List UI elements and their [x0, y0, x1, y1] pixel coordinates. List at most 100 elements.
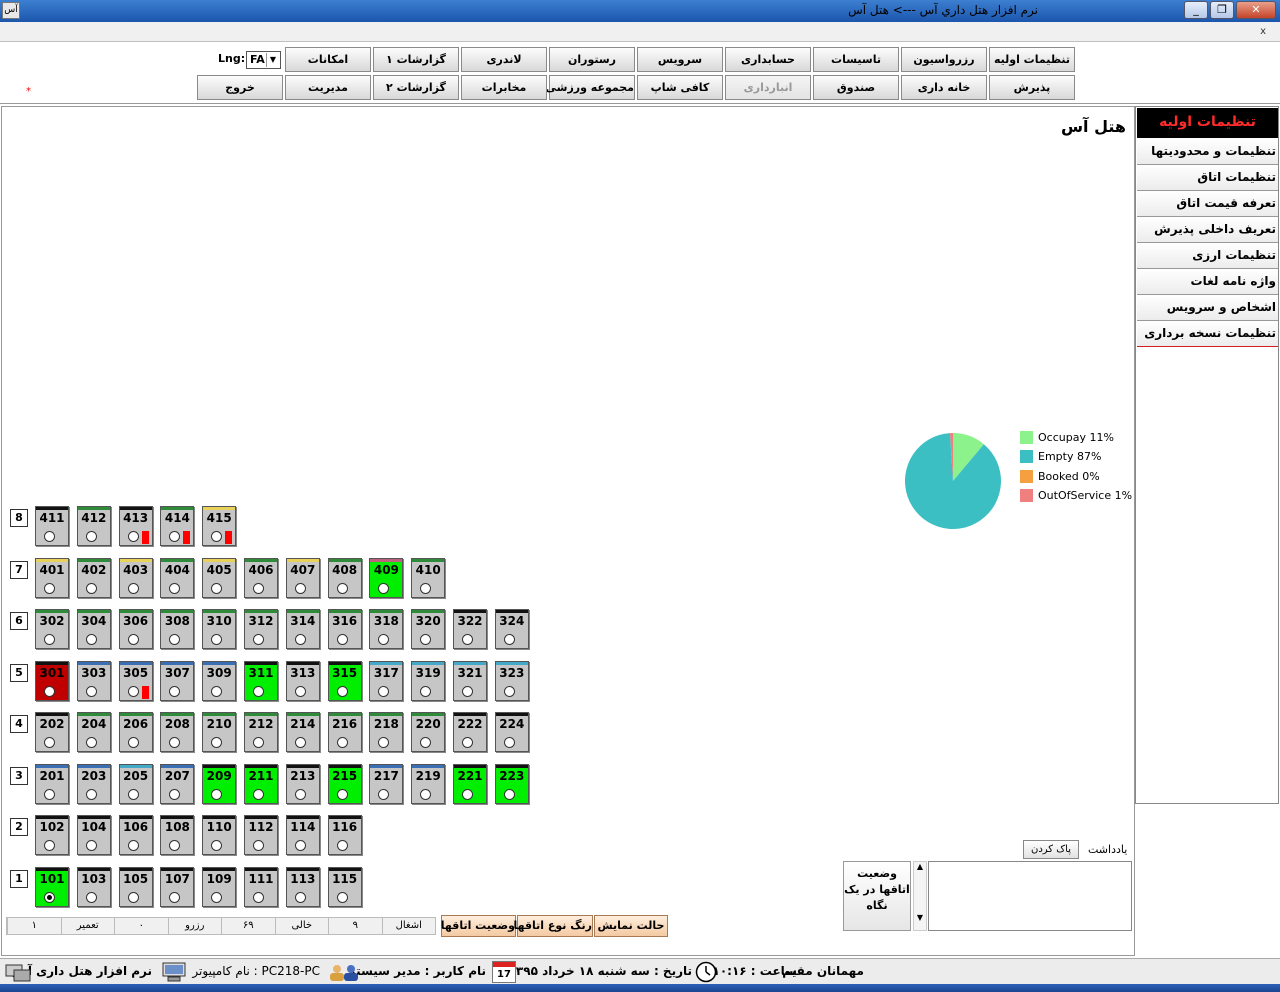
room-select-radio[interactable]	[462, 737, 473, 748]
room-tile[interactable]: 222	[453, 712, 487, 752]
room-tile[interactable]: 219	[411, 764, 446, 804]
room-tile[interactable]: 107	[160, 867, 195, 907]
toolbar-button-r2-5[interactable]: مجموعه ورزشی	[546, 75, 635, 100]
toolbar-button-r2-0[interactable]: پذيرش	[989, 75, 1075, 100]
room-select-radio[interactable]	[127, 840, 139, 851]
room-tile[interactable]: 302	[35, 609, 69, 649]
room-tile[interactable]: 404	[160, 558, 195, 598]
sidebar-item-7[interactable]: تنظيمات نسخه برداری	[1137, 321, 1278, 347]
room-select-radio[interactable]	[294, 789, 306, 800]
room-select-radio[interactable]	[44, 892, 55, 903]
room-select-radio[interactable]	[378, 583, 390, 594]
room-tile[interactable]: 318	[369, 609, 404, 649]
room-select-radio[interactable]	[44, 789, 55, 800]
room-tile[interactable]: 411	[35, 506, 69, 546]
room-select-radio[interactable]	[169, 686, 181, 697]
room-tile[interactable]: 110	[202, 815, 237, 855]
room-select-radio[interactable]	[253, 892, 264, 903]
sidebar-item-1[interactable]: تنظيمات اتاق	[1137, 165, 1278, 191]
room-select-radio[interactable]	[294, 634, 306, 645]
room-tile[interactable]: 313	[285, 661, 320, 701]
room-tile[interactable]: 321	[453, 661, 487, 701]
room-tile[interactable]: 216	[327, 712, 362, 752]
room-select-radio[interactable]	[378, 686, 390, 697]
room-tile[interactable]: 323	[494, 661, 529, 701]
language-select[interactable]: FA ▼	[246, 51, 281, 69]
room-select-radio[interactable]	[294, 892, 306, 903]
room-select-radio[interactable]	[127, 789, 139, 800]
toolbar-button-r1-1[interactable]: رزرواسيون	[901, 47, 987, 72]
room-tile[interactable]: 224	[494, 712, 529, 752]
room-select-radio[interactable]	[85, 737, 97, 748]
room-tile[interactable]: 218	[369, 712, 404, 752]
room-select-radio[interactable]	[378, 737, 390, 748]
room-select-radio[interactable]	[420, 789, 432, 800]
sidebar-item-6[interactable]: اشخاص و سرويس	[1137, 295, 1278, 321]
room-select-radio[interactable]	[336, 789, 348, 800]
room-tile[interactable]: 109	[202, 867, 237, 907]
room-select-radio[interactable]	[294, 583, 306, 594]
room-tile[interactable]: 104	[76, 815, 111, 855]
room-tile[interactable]: 407	[285, 558, 320, 598]
room-tile[interactable]: 204	[76, 712, 111, 752]
room-select-radio[interactable]	[85, 840, 97, 851]
room-tile[interactable]: 212	[244, 712, 278, 752]
room-tile[interactable]: 102	[35, 815, 69, 855]
room-tile[interactable]: 304	[76, 609, 111, 649]
room-tile[interactable]: 303	[76, 661, 111, 701]
room-tile[interactable]: 112	[244, 815, 278, 855]
clear-notes-button[interactable]: پاک کردن	[1023, 840, 1079, 859]
room-select-radio[interactable]	[294, 686, 306, 697]
room-tile[interactable]: 111	[244, 867, 278, 907]
room-select-radio[interactable]	[127, 892, 139, 903]
room-tile[interactable]: 106	[118, 815, 153, 855]
room-select-radio[interactable]	[336, 583, 348, 594]
toolbar-button-r1-0[interactable]: تنظيمات اوليه	[989, 47, 1075, 72]
toolbar-button-r2-6[interactable]: مخابرات	[461, 75, 547, 100]
room-select-radio[interactable]	[294, 840, 306, 851]
room-select-radio[interactable]	[85, 583, 97, 594]
toolbar-button-r1-7[interactable]: گزارشات ۱	[373, 47, 459, 72]
room-select-radio[interactable]	[169, 840, 181, 851]
room-select-radio[interactable]	[420, 583, 432, 594]
room-tile[interactable]: 310	[202, 609, 237, 649]
room-select-radio[interactable]	[44, 686, 55, 697]
room-select-radio[interactable]	[169, 583, 181, 594]
restore-button[interactable]: ❐	[1210, 1, 1234, 19]
room-select-radio[interactable]	[44, 531, 55, 542]
room-select-radio[interactable]	[44, 840, 55, 851]
room-tile[interactable]: 403	[118, 558, 153, 598]
room-tile[interactable]: 103	[76, 867, 111, 907]
glance-scrollbar[interactable]: ▲ ▼	[913, 861, 927, 931]
room-select-radio[interactable]	[211, 840, 223, 851]
room-status-button[interactable]: وضعيت اتاقها	[441, 915, 516, 937]
room-tile[interactable]: 316	[327, 609, 362, 649]
room-tile[interactable]: 213	[285, 764, 320, 804]
room-select-radio[interactable]	[127, 531, 139, 542]
room-tile[interactable]: 409	[369, 558, 404, 598]
room-tile[interactable]: 115	[327, 867, 362, 907]
room-select-radio[interactable]	[169, 789, 181, 800]
room-tile[interactable]: 220	[411, 712, 446, 752]
minimize-button[interactable]: _	[1184, 1, 1208, 19]
room-tile[interactable]: 311	[244, 661, 278, 701]
room-select-radio[interactable]	[253, 737, 264, 748]
toolbar-button-r2-8[interactable]: مدیریت	[285, 75, 371, 100]
room-tile[interactable]: 414	[160, 506, 195, 546]
room-tile[interactable]: 105	[118, 867, 153, 907]
room-select-radio[interactable]	[211, 737, 223, 748]
scroll-up-icon[interactable]: ▲	[914, 862, 926, 871]
room-select-radio[interactable]	[420, 686, 432, 697]
room-select-radio[interactable]	[85, 634, 97, 645]
room-tile[interactable]: 315	[327, 661, 362, 701]
room-tile[interactable]: 305	[118, 661, 153, 701]
room-tile[interactable]: 401	[35, 558, 69, 598]
room-select-radio[interactable]	[127, 583, 139, 594]
room-tile[interactable]: 408	[327, 558, 362, 598]
room-tile[interactable]: 308	[160, 609, 195, 649]
room-select-radio[interactable]	[503, 789, 515, 800]
room-select-radio[interactable]	[169, 737, 181, 748]
toolbar-button-r1-3[interactable]: حسابداری	[725, 47, 811, 72]
room-select-radio[interactable]	[503, 686, 515, 697]
room-select-radio[interactable]	[336, 892, 348, 903]
